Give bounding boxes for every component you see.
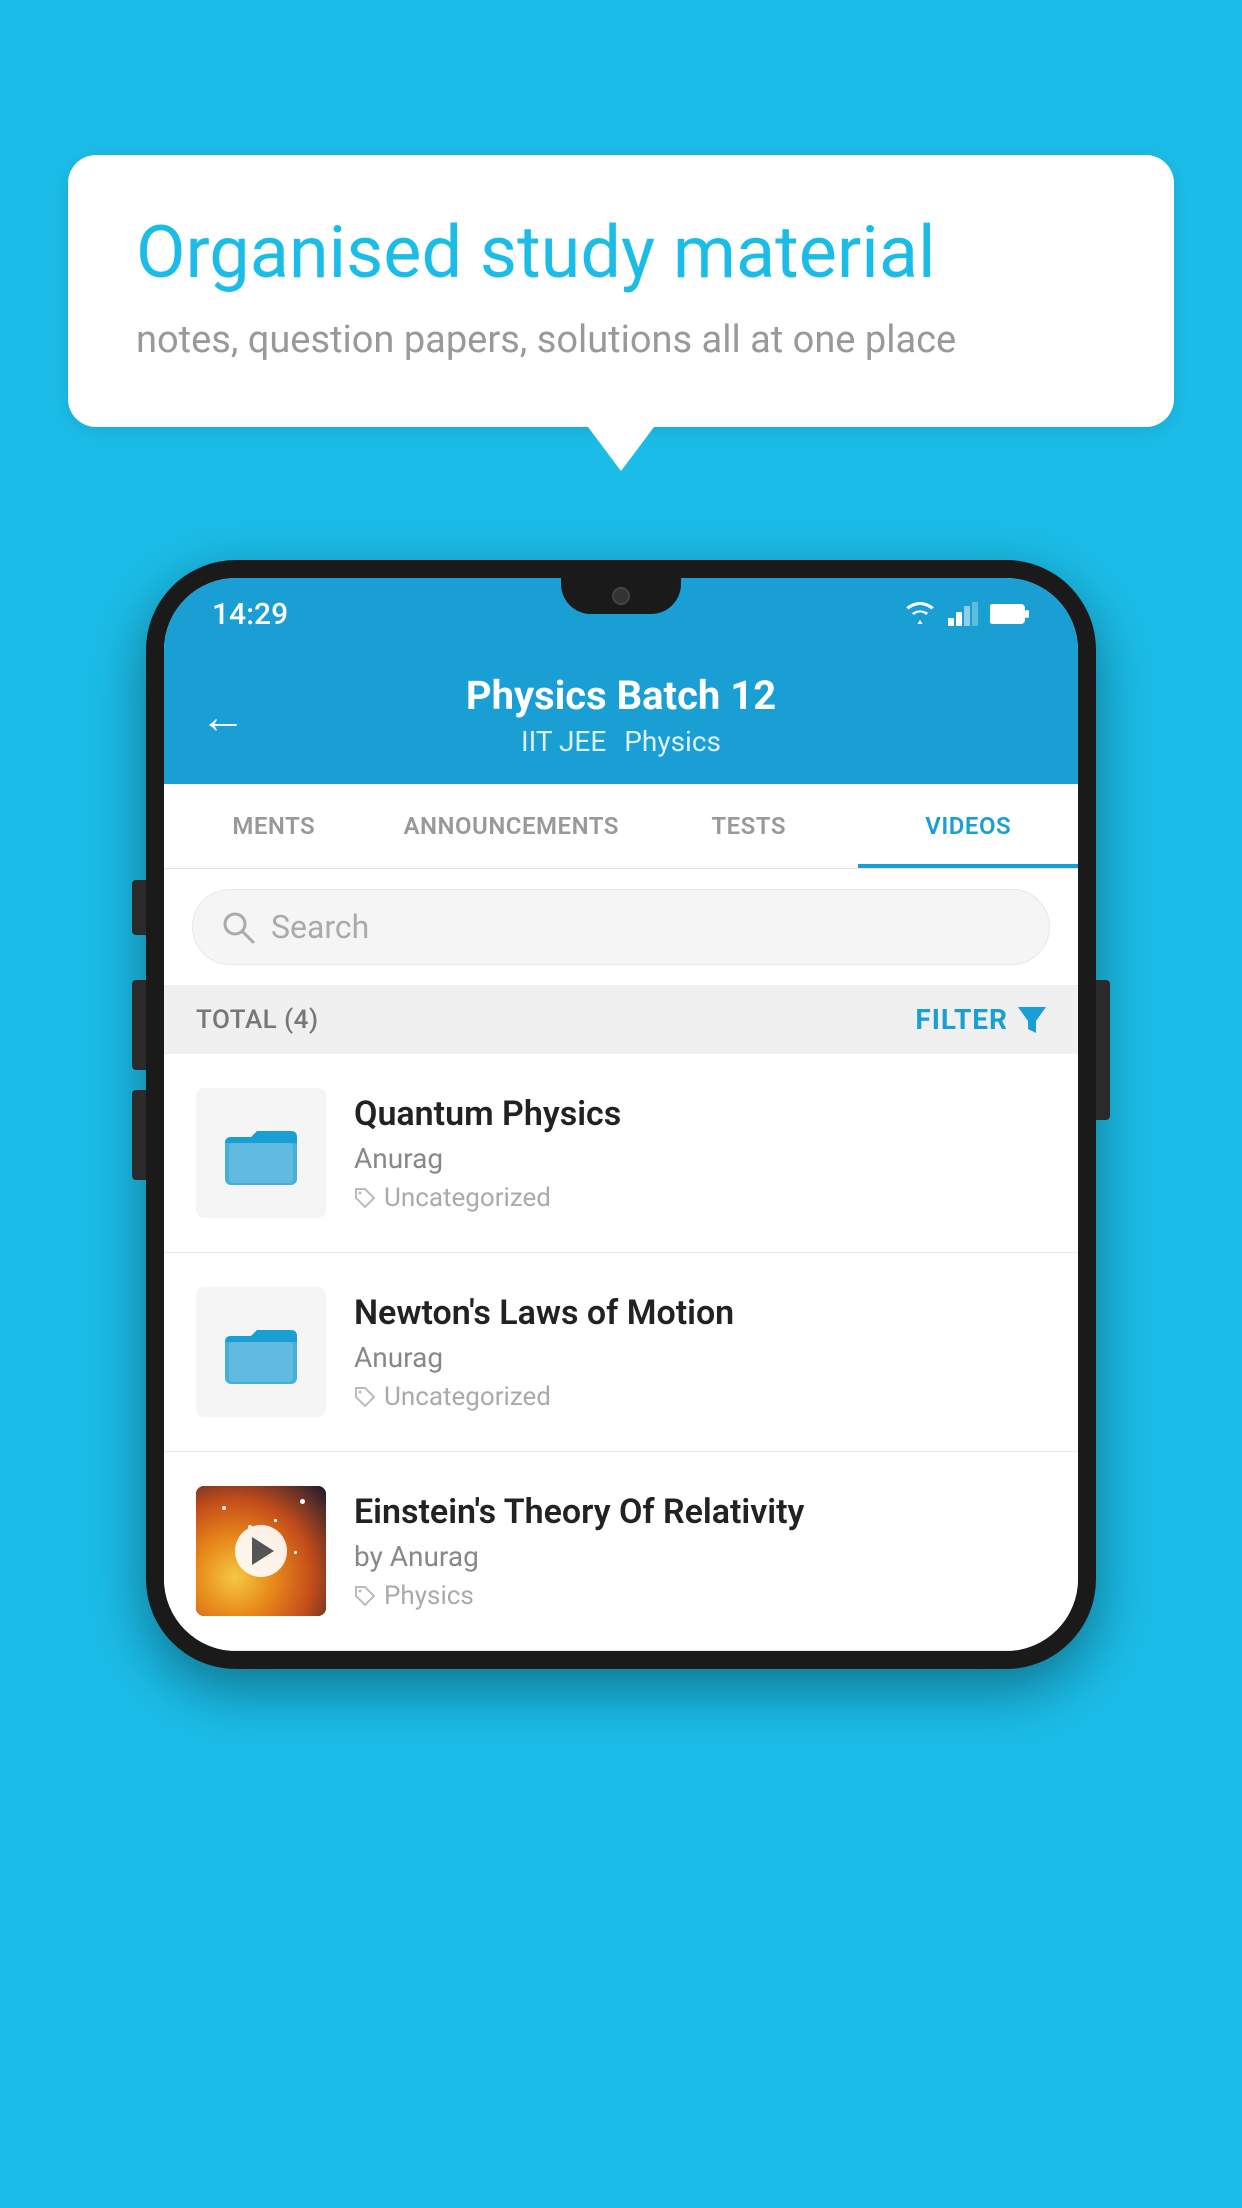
speech-bubble: Organised study material notes, question…	[68, 155, 1174, 427]
subtitle-iitjee: IIT JEE	[521, 725, 606, 758]
phone-device: 14:29	[146, 560, 1096, 1669]
list-item[interactable]: Einstein's Theory Of Relativity by Anura…	[164, 1452, 1078, 1651]
tag-icon	[354, 1187, 376, 1209]
search-placeholder: Search	[271, 908, 369, 946]
volume-down-button	[132, 1090, 146, 1180]
tab-announcements[interactable]: ANNOUNCEMENTS	[384, 784, 639, 868]
back-button[interactable]: ←	[200, 690, 246, 745]
video-thumbnail-3	[196, 1486, 326, 1616]
app-header: ← Physics Batch 12 IIT JEE Physics	[164, 650, 1078, 784]
app-title: Physics Batch 12	[466, 672, 776, 719]
tab-ments[interactable]: MENTS	[164, 784, 384, 868]
video-thumbnail-1	[196, 1088, 326, 1218]
video-author-3: by Anurag	[354, 1540, 1046, 1573]
search-icon	[221, 910, 255, 944]
tag-icon	[354, 1585, 376, 1607]
video-info-2: Newton's Laws of Motion Anurag Uncategor…	[354, 1293, 1046, 1412]
power-button	[1096, 980, 1110, 1120]
status-bar: 14:29	[164, 578, 1078, 650]
video-thumbnail-2	[196, 1287, 326, 1417]
search-input-wrapper[interactable]: Search	[192, 889, 1050, 965]
video-list: Quantum Physics Anurag Uncategorized	[164, 1054, 1078, 1651]
volume-up-button	[132, 980, 146, 1070]
phone-wrapper: 14:29	[146, 560, 1096, 1669]
filter-icon	[1018, 1007, 1046, 1033]
list-item[interactable]: Newton's Laws of Motion Anurag Uncategor…	[164, 1253, 1078, 1452]
folder-icon	[221, 1113, 301, 1193]
bubble-subtitle: notes, question papers, solutions all at…	[136, 318, 1106, 362]
video-tag-2: Uncategorized	[354, 1382, 1046, 1412]
video-info-3: Einstein's Theory Of Relativity by Anura…	[354, 1492, 1046, 1611]
video-title-2: Newton's Laws of Motion	[354, 1293, 1046, 1333]
video-title-1: Quantum Physics	[354, 1094, 1046, 1134]
tab-bar: MENTS ANNOUNCEMENTS TESTS VIDEOS	[164, 784, 1078, 869]
total-count-label: TOTAL (4)	[196, 1005, 319, 1035]
app-subtitle: IIT JEE Physics	[521, 725, 721, 758]
folder-icon	[221, 1312, 301, 1392]
search-bar-container: Search	[164, 869, 1078, 985]
notch	[561, 578, 681, 614]
signal-icon	[948, 602, 978, 626]
status-icons	[904, 602, 1030, 626]
filter-button[interactable]: FILTER	[915, 1003, 1046, 1036]
subtitle-physics: Physics	[624, 725, 721, 758]
video-tag-1: Uncategorized	[354, 1183, 1046, 1213]
phone-screen: 14:29	[164, 578, 1078, 1651]
tab-videos[interactable]: VIDEOS	[858, 784, 1078, 868]
list-item[interactable]: Quantum Physics Anurag Uncategorized	[164, 1054, 1078, 1253]
status-time: 14:29	[212, 597, 288, 632]
tag-icon	[354, 1386, 376, 1408]
tab-tests[interactable]: TESTS	[639, 784, 859, 868]
battery-icon	[990, 603, 1030, 625]
video-info-1: Quantum Physics Anurag Uncategorized	[354, 1094, 1046, 1213]
video-author-2: Anurag	[354, 1341, 1046, 1374]
camera	[612, 587, 630, 605]
filter-bar: TOTAL (4) FILTER	[164, 985, 1078, 1054]
bubble-title: Organised study material	[136, 210, 1106, 296]
video-title-3: Einstein's Theory Of Relativity	[354, 1492, 1046, 1532]
play-button-overlay[interactable]	[235, 1525, 287, 1577]
wifi-icon	[904, 602, 936, 626]
video-tag-3: Physics	[354, 1581, 1046, 1611]
video-author-1: Anurag	[354, 1142, 1046, 1175]
